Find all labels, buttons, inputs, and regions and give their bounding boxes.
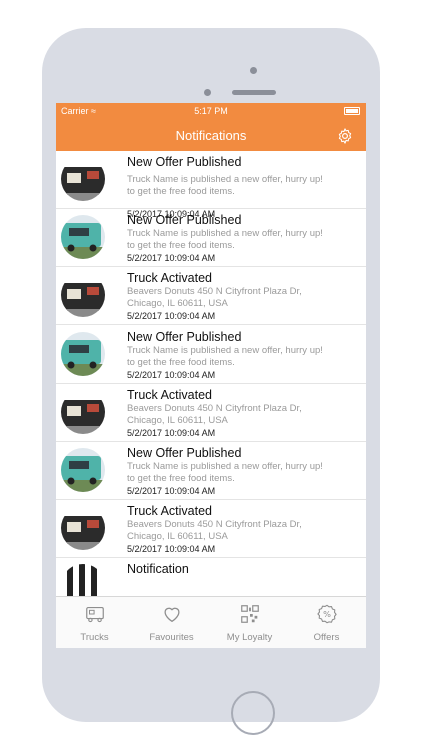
notification-row[interactable]: Truck Activated Beavers Donuts 450 N Cit… [56,500,366,559]
notification-title: New Offer Published [127,446,242,460]
notification-title: New Offer Published [127,155,242,169]
notifications-list[interactable]: New Offer Published Truck Name is publis… [56,151,366,596]
status-bar: Carrier ≈ 5:17 PM [56,103,366,120]
notification-title: Truck Activated [127,271,212,286]
tab-offers[interactable]: % Offers [288,597,365,648]
battery-icon [344,107,360,115]
notification-row[interactable]: New Offer Published Truck Name is publis… [56,151,366,219]
truck-thumbnail [61,564,105,596]
notification-date: 5/2/2017 10:09:04 AM [127,369,216,380]
truck-thumbnail [61,273,105,318]
notification-description: Beavers Donuts 450 N Cityfront Plaza Dr,… [127,286,302,310]
notification-row[interactable]: Truck Activated Beavers Donuts 450 N Cit… [56,267,366,326]
notification-description: Beavers Donuts 450 N Cityfront Plaza Dr,… [127,402,302,426]
qr-code-icon [241,605,259,623]
notification-row[interactable]: Truck Activated Beavers Donuts 450 N Cit… [56,384,366,442]
notification-title: New Offer Published [127,329,242,344]
proximity-sensor [204,89,211,96]
tab-label: My Loyalty [226,632,273,643]
notification-row[interactable]: New Offer Published Truck Name is publis… [56,209,366,268]
notification-row[interactable]: New Offer Published Truck Name is publis… [56,326,366,384]
tab-label: Offers [313,632,340,643]
truck-thumbnail [61,389,105,434]
app-screen: Carrier ≈ 5:17 PM Notifications New Offe… [56,103,366,648]
notification-date: 5/2/2017 10:09:04 AM [127,311,216,322]
notification-row[interactable]: Notification [56,558,366,596]
truck-thumbnail [61,331,105,376]
notification-date: 5/2/2017 10:09:04 AM [127,544,216,555]
truck-thumbnail [61,215,105,260]
truck-thumbnail [61,157,105,201]
notification-row[interactable]: New Offer Published Truck Name is publis… [56,442,366,500]
notification-date: 5/2/2017 10:09:04 AM [127,253,216,264]
svg-text:%: % [323,609,331,619]
earpiece-speaker [232,90,276,95]
notification-description: Truck Name is published a new offer, hur… [127,461,323,484]
page-title: Notifications [175,128,247,143]
notification-date: 5/2/2017 10:09:04 AM [127,486,216,496]
status-time: 5:17 PM [194,106,228,116]
tab-favourites[interactable]: Favourites [133,597,210,648]
home-button[interactable] [231,691,275,735]
tab-bar: Trucks Favourites My Loyalty % Offers [56,596,366,648]
notification-date: 5/2/2017 10:09:04 AM [127,427,216,438]
percent-badge-icon: % [317,604,337,624]
truck-icon [86,606,104,623]
navigation-bar: Notifications [56,120,366,151]
notification-title: New Offer Published [127,213,242,228]
truck-thumbnail [61,506,105,551]
tab-trucks[interactable]: Trucks [56,597,133,648]
notification-title: Truck Activated [127,387,212,402]
heart-icon [164,607,180,622]
tab-my-loyalty[interactable]: My Loyalty [211,597,288,648]
tab-label: Favourites [149,632,194,643]
notification-description: Beavers Donuts 450 N Cityfront Plaza Dr,… [127,519,302,543]
tab-label: Trucks [80,632,109,643]
notification-title: Truck Activated [127,504,212,519]
notification-title: Notification [127,562,189,577]
truck-thumbnail [61,448,105,492]
notification-description: Truck Name is published a new offer, hur… [127,174,323,197]
notification-description: Truck Name is published a new offer, hur… [127,344,323,368]
notification-description: Truck Name is published a new offer, hur… [127,228,323,252]
front-camera [250,67,257,74]
gear-icon[interactable] [336,127,354,145]
